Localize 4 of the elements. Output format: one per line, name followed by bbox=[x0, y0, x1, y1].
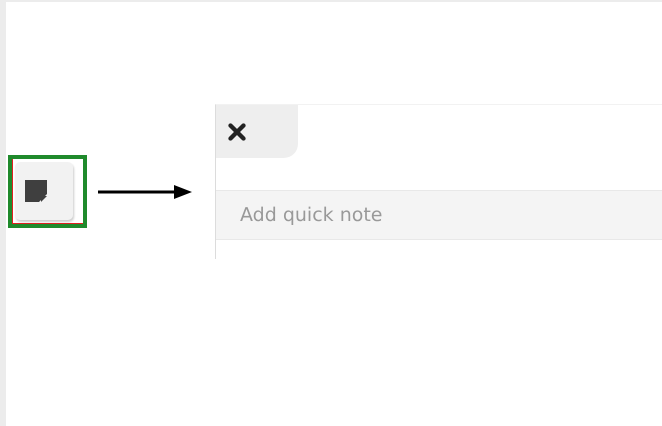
quick-note-field[interactable]: Add quick note bbox=[216, 190, 662, 240]
sticky-note-button[interactable] bbox=[15, 162, 73, 220]
close-button[interactable] bbox=[216, 105, 298, 158]
sticky-note-icon bbox=[25, 180, 47, 202]
